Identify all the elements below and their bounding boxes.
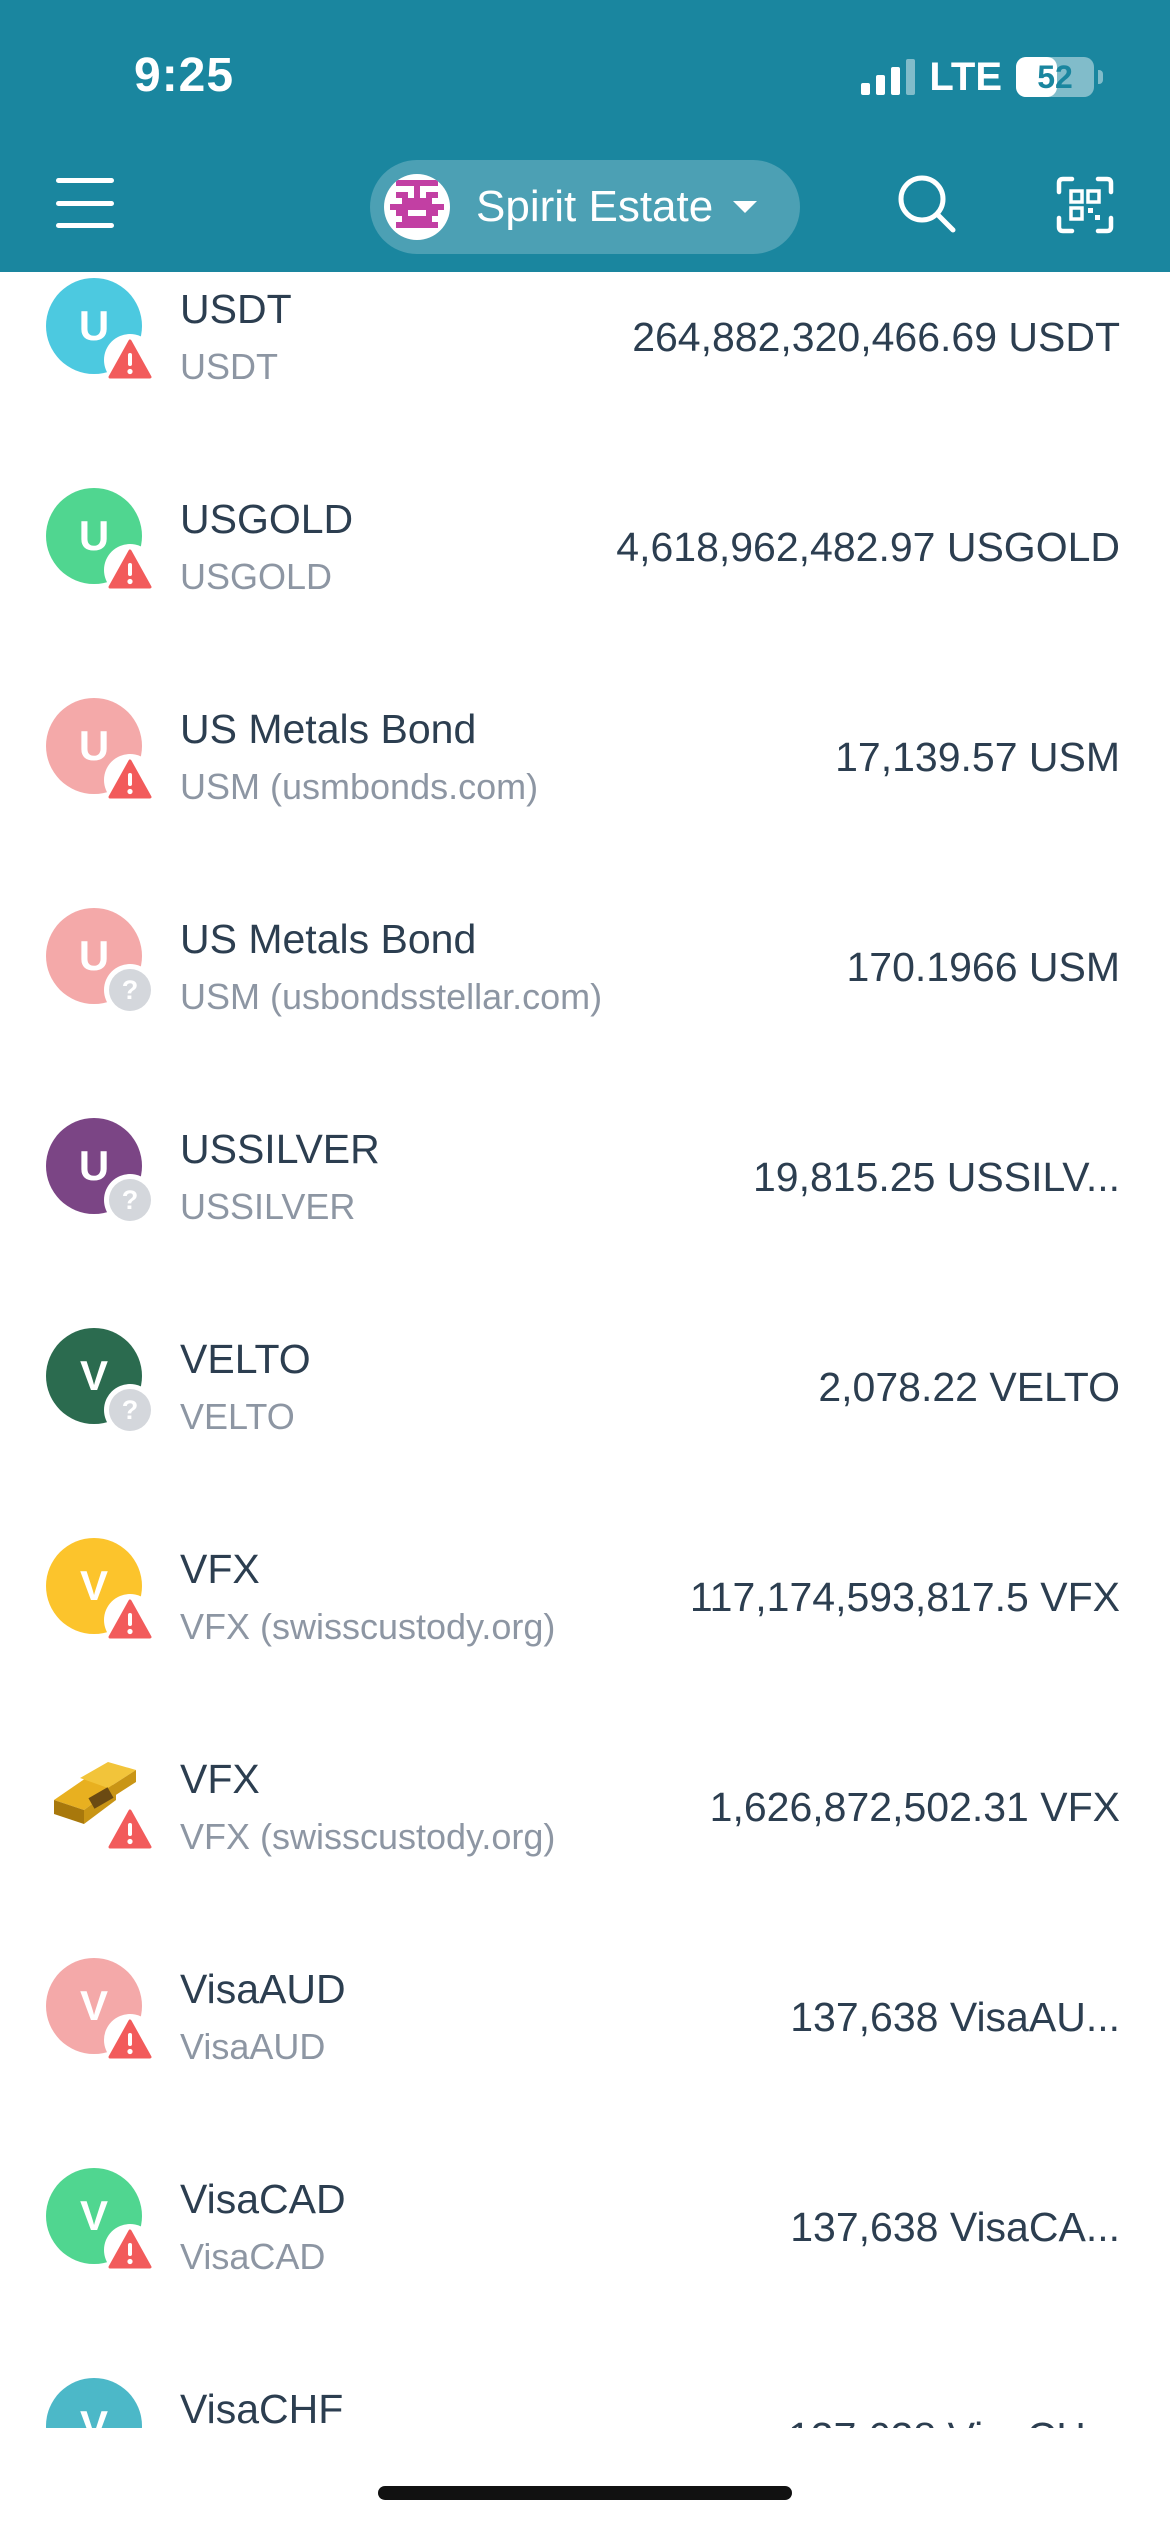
asset-name: US Metals Bond: [180, 916, 477, 962]
asset-name: VFX: [180, 1546, 260, 1592]
qr-scan-icon[interactable]: [1056, 176, 1114, 234]
asset-issuer: VisaAUD: [180, 2026, 326, 2067]
asset-row[interactable]: V? VELTO VELTO 2,078.22 VELTO: [0, 1280, 1170, 1490]
question-mark-icon: ?: [104, 1384, 156, 1436]
asset-name: USDT: [180, 286, 292, 332]
asset-balance: 117,174,593,817.5 VFX: [689, 1574, 1120, 1620]
asset-balance: 2,078.22 VELTO: [818, 1364, 1120, 1410]
asset-row[interactable]: U? US Metals Bond USM (usbondsstellar.com)…: [0, 860, 1170, 1070]
asset-name: VFX: [180, 1756, 260, 1802]
asset-balance: 170.1966 USM: [846, 944, 1120, 990]
asset-balance: 137,638 VisaCA...: [790, 2204, 1120, 2250]
asset-balance: 1,626,872,502.31 VFX: [709, 1784, 1120, 1830]
asset-balance: 137,638 VisaCH...: [788, 2414, 1120, 2428]
asset-name: US Metals Bond: [180, 706, 477, 752]
battery-level: 52: [1037, 58, 1073, 95]
status-indicators: LTE 52: [861, 52, 1103, 102]
asset-name: VisaCHF: [180, 2386, 344, 2428]
asset-row[interactable]: V VFX VFX (swisscustody.org) 117,174,593,81…: [0, 1490, 1170, 1700]
asset-row[interactable]: U USGOLD USGOLD 4,618,962,482.97 USGOLD: [0, 440, 1170, 650]
warning-icon: [104, 2224, 156, 2276]
asset-row[interactable]: V VisaCHF 137,638 VisaCH...: [0, 2330, 1170, 2428]
warning-icon: [104, 1804, 156, 1856]
svg-text:?: ?: [122, 1185, 139, 1215]
asset-name: VisaAUD: [180, 1966, 346, 2012]
asset-name: USSILVER: [180, 1126, 380, 1172]
asset-name: USGOLD: [180, 496, 354, 542]
svg-text:?: ?: [122, 1395, 139, 1425]
identicon-icon: [390, 180, 444, 228]
asset-avatar: V: [46, 2378, 142, 2428]
battery-icon: 52: [1016, 57, 1103, 97]
asset-issuer: USGOLD: [180, 556, 333, 597]
asset-balance: 17,139.57 USM: [835, 734, 1120, 780]
account-avatar: [384, 174, 450, 240]
asset-avatar-letter: V: [79, 2402, 108, 2428]
asset-row[interactable]: U US Metals Bond USM (usmbonds.com) 17,139.…: [0, 650, 1170, 860]
asset-row[interactable]: U? USSILVER USSILVER 19,815.25 USSILV...: [0, 1070, 1170, 1280]
asset-name: VELTO: [180, 1336, 311, 1382]
warning-icon: [104, 334, 156, 386]
app-header: 9:25 LTE 52 Spirit Estate: [0, 0, 1170, 272]
asset-issuer: USM (usbondsstellar.com): [180, 976, 603, 1017]
asset-name: VisaCAD: [180, 2176, 346, 2222]
cellular-signal-icon: [861, 59, 916, 95]
search-icon[interactable]: [895, 172, 957, 234]
asset-row[interactable]: V VisaCAD VisaCAD 137,638 VisaCA...: [0, 2120, 1170, 2330]
svg-text:?: ?: [122, 975, 139, 1005]
warning-icon: [104, 2014, 156, 2066]
status-time: 9:25: [134, 49, 235, 102]
asset-balance: 264,882,320,466.69 USDT: [632, 314, 1120, 360]
asset-row[interactable]: V VisaAUD VisaAUD 137,638 VisaAU...: [0, 1910, 1170, 2120]
asset-issuer: VisaCAD: [180, 2236, 326, 2277]
asset-issuer: USM (usmbonds.com): [180, 766, 539, 807]
home-indicator[interactable]: [378, 2486, 792, 2500]
network-type: LTE: [929, 54, 1002, 99]
asset-row[interactable]: VFX VFX (swisscustody.org) 1,626,872,502.3…: [0, 1700, 1170, 1910]
asset-balance: 19,815.25 USSILV...: [753, 1154, 1120, 1200]
hamburger-menu-icon[interactable]: [56, 178, 114, 228]
account-name: Spirit Estate: [476, 182, 714, 231]
asset-issuer: USDT: [180, 346, 278, 387]
asset-issuer: VFX (swisscustody.org): [180, 1606, 556, 1647]
account-switcher[interactable]: Spirit Estate: [370, 160, 800, 254]
question-mark-icon: ?: [104, 964, 156, 1016]
asset-issuer: VELTO: [180, 1396, 295, 1437]
asset-issuer: USSILVER: [180, 1186, 356, 1227]
asset-row[interactable]: U USDT USDT 264,882,320,466.69 USDT: [0, 272, 1170, 440]
asset-balance: 137,638 VisaAU...: [790, 1994, 1120, 2040]
battery-nub: [1098, 70, 1103, 84]
asset-list-content: U USDT USDT 264,882,320,466.69 USDT U USGOLD U…: [0, 272, 1170, 2428]
asset-issuer: VFX (swisscustody.org): [180, 1816, 556, 1857]
chevron-down-icon: [733, 201, 758, 213]
asset-list[interactable]: U USDT USDT 264,882,320,466.69 USDT U USGOLD U…: [0, 272, 1170, 2428]
warning-icon: [104, 1594, 156, 1646]
warning-icon: [104, 544, 156, 596]
asset-balance: 4,618,962,482.97 USGOLD: [616, 524, 1120, 570]
question-mark-icon: ?: [104, 1174, 156, 1226]
warning-icon: [104, 754, 156, 806]
